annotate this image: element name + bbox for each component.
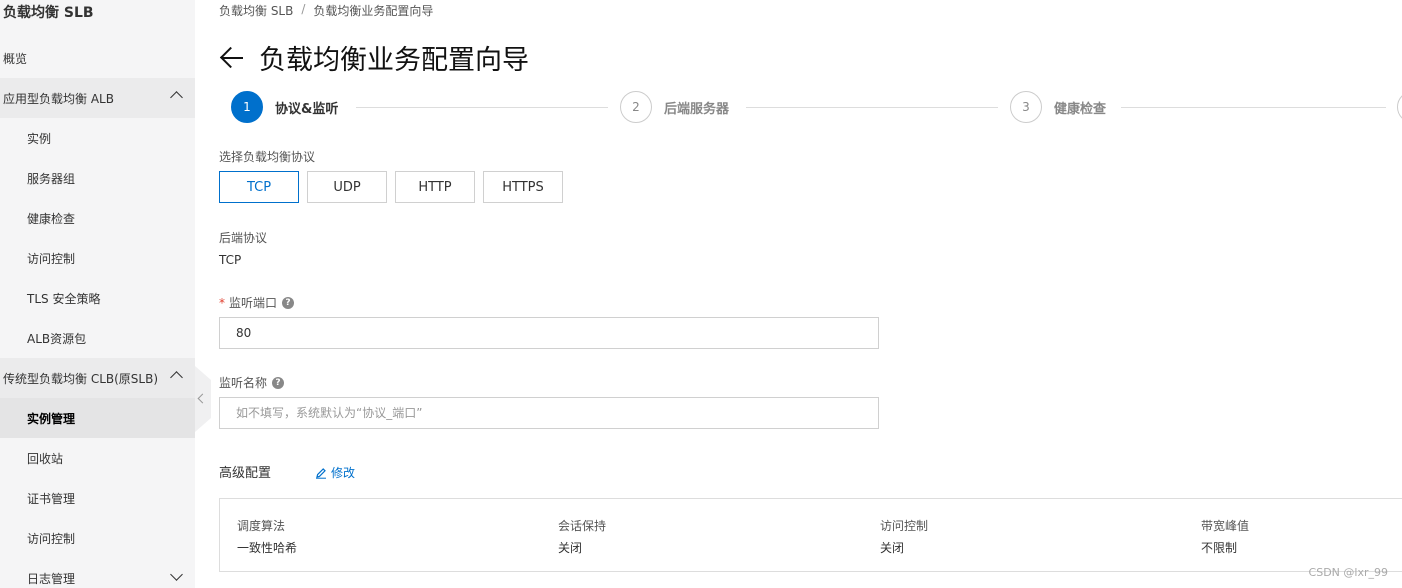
sidebar-item-label: 访问控制 xyxy=(27,251,76,266)
backend-protocol-label: 后端协议 xyxy=(219,231,268,245)
sidebar-item-alb-package[interactable]: ALB资源包 xyxy=(0,318,195,358)
advanced-edit-label: 修改 xyxy=(331,466,356,480)
sidebar-item-health-check[interactable]: 健康检查 xyxy=(0,198,195,238)
breadcrumb: 负载均衡 SLB / 负载均衡业务配置向导 xyxy=(219,2,433,19)
sidebar-item-overview[interactable]: 概览 xyxy=(0,38,195,78)
setting-bandwidth-peak: 带宽峰值 不限制 xyxy=(1201,517,1249,556)
setting-value: 关闭 xyxy=(558,541,583,555)
setting-key: 调度算法 xyxy=(237,519,286,533)
help-icon[interactable]: ? xyxy=(272,376,285,389)
backend-protocol-value: TCP xyxy=(219,253,242,267)
wizard-steps: 1 协议&监听 2 后端服务器 3 健康检查 xyxy=(231,91,1402,123)
chevron-up-icon xyxy=(170,371,183,384)
sidebar: 负载均衡 SLB 概览 应用型负载均衡 ALB 实例 服务器组 健康检查 访问控… xyxy=(0,0,195,588)
setting-key: 访问控制 xyxy=(880,519,929,533)
chevron-down-icon xyxy=(170,568,183,581)
sidebar-item-recycle-bin[interactable]: 回收站 xyxy=(0,438,195,478)
sidebar-item-tls-policy[interactable]: TLS 安全策略 xyxy=(0,278,195,318)
page-title: 负载均衡业务配置向导 xyxy=(259,45,529,76)
step-connector xyxy=(1121,107,1386,108)
setting-value: 不限制 xyxy=(1201,541,1238,555)
listen-port-input[interactable] xyxy=(219,317,879,349)
setting-key: 会话保持 xyxy=(558,519,607,533)
setting-session-persistence: 会话保持 关闭 xyxy=(558,517,606,556)
sidebar-item-label: TLS 安全策略 xyxy=(27,291,101,306)
back-arrow-icon[interactable] xyxy=(219,45,245,71)
protocol-option-tcp[interactable]: TCP xyxy=(219,171,299,203)
sidebar-item-label: 访问控制 xyxy=(27,531,76,546)
listen-name-input[interactable] xyxy=(219,397,879,429)
advanced-config-panel: 调度算法 一致性哈希 会话保持 关闭 访问控制 关闭 带宽峰值 不限制 xyxy=(219,498,1402,572)
watermark: CSDN @lxr_99 xyxy=(1308,566,1388,579)
breadcrumb-item-wizard: 负载均衡业务配置向导 xyxy=(313,4,434,18)
sidebar-item-server-groups[interactable]: 服务器组 xyxy=(0,158,195,198)
step-backend-servers: 2 后端服务器 xyxy=(620,91,729,123)
protocol-option-https[interactable]: HTTPS xyxy=(483,171,563,203)
listen-port-label: 监听端口 xyxy=(229,296,278,310)
protocol-label: 选择负载均衡协议 xyxy=(219,150,316,164)
protocol-option-http[interactable]: HTTP xyxy=(395,171,475,203)
step-number: 2 xyxy=(620,91,652,123)
sidebar-item-log-management[interactable]: 日志管理 xyxy=(0,558,195,588)
setting-value: 关闭 xyxy=(880,541,905,555)
step-label: 后端服务器 xyxy=(664,101,730,117)
step-health-check: 3 健康检查 xyxy=(1010,91,1106,123)
sidebar-item-certificates[interactable]: 证书管理 xyxy=(0,478,195,518)
sidebar-item-alb-access-control[interactable]: 访问控制 xyxy=(0,238,195,278)
step-next-circle xyxy=(1397,91,1402,123)
setting-value: 一致性哈希 xyxy=(237,541,298,555)
step-number: 1 xyxy=(231,91,263,123)
help-icon[interactable]: ? xyxy=(282,296,295,309)
sidebar-title: 负载均衡 SLB xyxy=(3,5,94,21)
step-label: 健康检查 xyxy=(1054,101,1107,117)
sidebar-collapse-handle[interactable] xyxy=(195,366,211,432)
sidebar-item-label: 证书管理 xyxy=(27,491,76,506)
sidebar-item-alb-instances[interactable]: 实例 xyxy=(0,118,195,158)
setting-access-control: 访问控制 关闭 xyxy=(880,517,928,556)
listen-name-label: 监听名称 xyxy=(219,376,268,390)
step-label: 协议&监听 xyxy=(275,101,339,117)
chevron-left-icon xyxy=(197,393,208,404)
advanced-edit-link[interactable]: 修改 xyxy=(315,464,355,481)
setting-key: 带宽峰值 xyxy=(1201,519,1250,533)
chevron-up-icon xyxy=(170,91,183,104)
sidebar-item-label: 健康检查 xyxy=(27,211,76,226)
sidebar-group-clb[interactable]: 传统型负载均衡 CLB(原SLB) xyxy=(0,358,195,398)
sidebar-item-label: 传统型负载均衡 CLB(原SLB) xyxy=(3,371,159,386)
advanced-config-title: 高级配置 xyxy=(219,466,272,481)
sidebar-item-label: 实例管理 xyxy=(27,411,76,426)
sidebar-item-label: 日志管理 xyxy=(27,571,76,586)
sidebar-item-label: 概览 xyxy=(3,51,28,66)
step-number: 3 xyxy=(1010,91,1042,123)
page-header: 负载均衡业务配置向导 xyxy=(219,38,529,77)
sidebar-item-label: 应用型负载均衡 ALB xyxy=(3,91,114,106)
step-protocol-listener: 1 协议&监听 xyxy=(231,91,338,123)
sidebar-item-label: ALB资源包 xyxy=(27,331,87,346)
sidebar-group-alb[interactable]: 应用型负载均衡 ALB xyxy=(0,78,195,118)
sidebar-item-label: 回收站 xyxy=(27,451,64,466)
step-connector xyxy=(746,107,998,108)
sidebar-item-label: 实例 xyxy=(27,131,52,146)
sidebar-item-instance-management[interactable]: 实例管理 xyxy=(0,398,195,438)
setting-scheduling: 调度算法 一致性哈希 xyxy=(237,517,297,556)
protocol-option-udp[interactable]: UDP xyxy=(307,171,387,203)
required-mark: * xyxy=(219,295,225,310)
listen-name-label-row: 监听名称 ? xyxy=(219,374,285,391)
pencil-icon xyxy=(316,467,326,479)
sidebar-item-label: 服务器组 xyxy=(27,171,76,186)
step-connector xyxy=(356,107,608,108)
sidebar-item-clb-access-control[interactable]: 访问控制 xyxy=(0,518,195,558)
breadcrumb-item-slb[interactable]: 负载均衡 SLB xyxy=(219,2,293,19)
protocol-selector: TCP UDP HTTP HTTPS xyxy=(219,171,563,203)
breadcrumb-separator: / xyxy=(301,2,306,16)
listen-port-label-row: * 监听端口 ? xyxy=(219,294,295,311)
